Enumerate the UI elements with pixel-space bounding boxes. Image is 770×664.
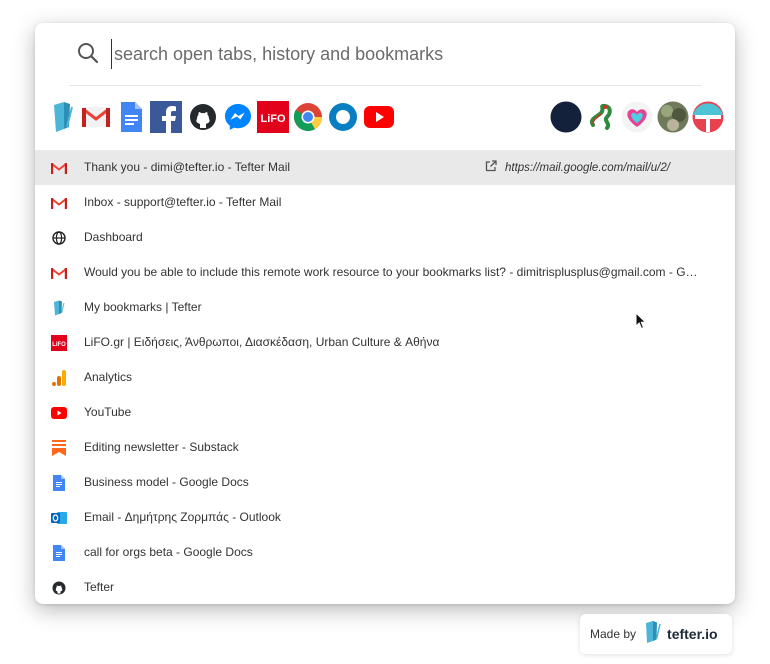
gmail-icon	[51, 195, 67, 211]
google-docs-icon	[51, 475, 67, 491]
result-title: LiFO.gr | Ειδήσεις, Άνθρωποι, Διασκέδαση…	[84, 335, 440, 349]
lifo-text: LiFO	[260, 113, 285, 125]
result-title: YouTube	[84, 405, 132, 419]
result-row[interactable]: Editing newsletter - Substack	[35, 430, 735, 465]
made-by-label: Made by	[590, 627, 637, 641]
result-title: Editing newsletter - Substack	[84, 440, 239, 454]
result-row[interactable]: YouTube	[35, 395, 735, 430]
result-title: Inbox - support@tefter.io - Tefter Mail	[84, 195, 282, 209]
result-row[interactable]: Tefter	[35, 570, 735, 604]
red-t-avatar[interactable]	[692, 101, 724, 133]
result-title: call for orgs beta - Google Docs	[84, 545, 253, 559]
made-by-badge[interactable]: Made by tefter.io	[580, 614, 732, 654]
analytics-icon	[51, 370, 67, 386]
result-row[interactable]: LiFO LiFO.gr | Ειδήσεις, Άνθρωποι, Διασκ…	[35, 325, 735, 360]
gmail-icon[interactable]	[80, 101, 112, 133]
result-title: Thank you - dimi@tefter.io - Tefter Mail	[84, 160, 291, 174]
google-docs-icon[interactable]	[115, 101, 147, 133]
lifo-icon: LiFO	[51, 335, 67, 351]
circle-o-icon[interactable]	[327, 101, 359, 133]
result-title: My bookmarks | Tefter	[84, 300, 202, 314]
result-url-text: https://mail.google.com/mail/u/2/	[505, 161, 670, 174]
photo-avatar[interactable]	[657, 101, 689, 133]
result-row[interactable]: Business model - Google Docs	[35, 465, 735, 500]
result-title: Would you be able to include this remote…	[84, 265, 698, 279]
facebook-icon[interactable]	[150, 101, 182, 133]
tefter-logo-icon	[644, 620, 662, 649]
globe-icon	[51, 230, 67, 246]
youtube-icon	[51, 405, 67, 421]
quick-access-bar: LiFO	[35, 101, 735, 135]
result-row[interactable]: Would you be able to include this remote…	[35, 255, 735, 290]
search-bar	[35, 23, 735, 85]
made-by-brand: tefter.io	[667, 626, 718, 642]
result-title: Tefter	[84, 580, 115, 594]
search-input[interactable]	[111, 39, 694, 69]
external-link-icon	[485, 159, 497, 177]
divider	[69, 85, 701, 86]
github-icon	[51, 580, 67, 596]
github-icon[interactable]	[187, 101, 219, 133]
tefter-icon	[51, 300, 67, 316]
mouse-cursor-icon	[635, 311, 647, 335]
result-url[interactable]: https://mail.google.com/mail/u/2/	[485, 150, 670, 185]
gmail-icon	[51, 160, 67, 176]
result-row[interactable]: Email - Δημήτρης Ζορμπάς - Outlook	[35, 500, 735, 535]
result-row[interactable]: Thank you - dimi@tefter.io - Tefter Mail…	[35, 150, 735, 185]
result-row[interactable]: Inbox - support@tefter.io - Tefter Mail	[35, 185, 735, 220]
snake-avatar[interactable]	[585, 101, 617, 133]
substack-icon	[51, 440, 67, 456]
result-title: Email - Δημήτρης Ζορμπάς - Outlook	[84, 510, 281, 524]
result-title: Business model - Google Docs	[84, 475, 249, 489]
result-title: Analytics	[84, 370, 133, 384]
result-row[interactable]: call for orgs beta - Google Docs	[35, 535, 735, 570]
lifo-icon[interactable]: LiFO	[257, 101, 289, 133]
result-title: Dashboard	[84, 230, 143, 244]
heart-avatar[interactable]	[621, 101, 653, 133]
messenger-icon[interactable]	[222, 101, 254, 133]
result-row[interactable]: My bookmarks | Tefter	[35, 290, 735, 325]
outlook-icon	[51, 510, 67, 526]
youtube-icon[interactable]	[363, 101, 395, 133]
dark-circle-avatar[interactable]	[550, 101, 582, 133]
search-icon	[77, 42, 99, 64]
gmail-icon	[51, 265, 67, 281]
lifo-text: LiFO	[52, 342, 66, 348]
chrome-icon[interactable]	[292, 101, 324, 133]
google-docs-icon	[51, 545, 67, 561]
result-row[interactable]: Dashboard	[35, 220, 735, 255]
results-list: Thank you - dimi@tefter.io - Tefter Mail…	[35, 150, 735, 604]
search-panel: LiFO Th	[35, 23, 735, 604]
tefter-icon[interactable]	[47, 101, 79, 133]
result-row[interactable]: Analytics	[35, 360, 735, 395]
